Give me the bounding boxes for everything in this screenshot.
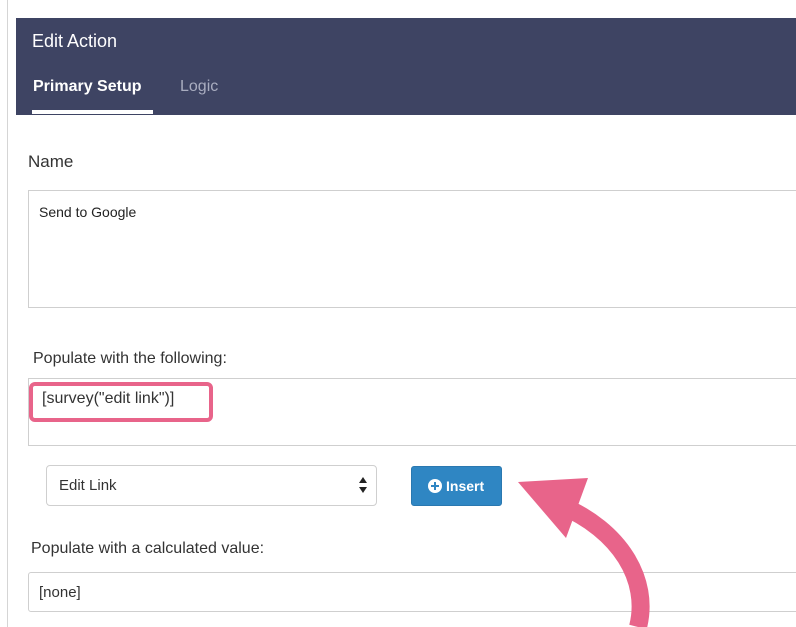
dialog-header: Edit Action Primary Setup Logic (16, 18, 796, 115)
chevron-up-down-icon (359, 477, 367, 493)
calculated-value-text: [none] (39, 584, 81, 601)
active-tab-indicator (32, 110, 153, 114)
curved-arrow-icon (518, 478, 650, 627)
merge-code-select-value: Edit Link (59, 477, 117, 494)
name-field-value: Send to Google (39, 204, 137, 220)
insert-button-label: Insert (446, 478, 485, 494)
plus-circle-icon (428, 479, 442, 493)
tab-primary-setup[interactable]: Primary Setup (33, 78, 141, 96)
calculated-value-label: Populate with a calculated value: (31, 540, 265, 557)
insert-button[interactable]: Insert (411, 466, 502, 506)
dialog-title: Edit Action (32, 31, 118, 51)
calculated-value-select[interactable]: [none] (28, 572, 796, 612)
merge-code-select[interactable]: Edit Link (46, 465, 377, 506)
populate-label: Populate with the following: (33, 350, 227, 367)
name-field[interactable]: Send to Google (28, 190, 796, 308)
populate-field-value: [survey("edit link")] (42, 390, 175, 407)
tab-logic[interactable]: Logic (180, 78, 218, 96)
name-label: Name (28, 152, 74, 171)
